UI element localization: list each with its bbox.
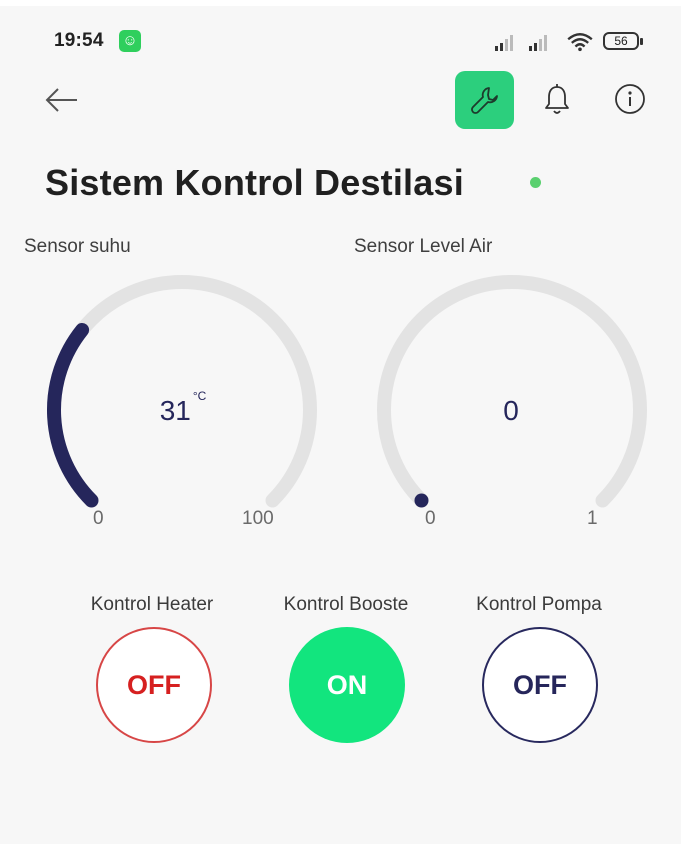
- control-label-pump: Kontrol Pompa: [476, 594, 602, 615]
- gauge-max-temperature: 100: [242, 508, 274, 529]
- gauge-track: [377, 275, 647, 508]
- heater-state: OFF: [127, 669, 181, 700]
- booster-state: ON: [326, 669, 368, 700]
- booster-toggle-button[interactable]: ON: [289, 627, 405, 743]
- gauge-label-water-level: Sensor Level Air: [354, 236, 493, 257]
- gauge-min-temperature: 0: [93, 508, 104, 529]
- settings-button[interactable]: [455, 71, 514, 129]
- status-bar: 19:54 ☺ 56: [0, 6, 681, 58]
- online-status-dot: [530, 177, 541, 188]
- heater-toggle-button[interactable]: OFF: [96, 627, 212, 743]
- signal-icon: [495, 35, 513, 51]
- control-label-heater: Kontrol Heater: [90, 594, 214, 615]
- gauge-value-number: 31: [159, 395, 191, 426]
- bell-icon[interactable]: [542, 83, 572, 117]
- gauge-fill: [47, 322, 99, 508]
- gauge-value-number: 0: [503, 395, 519, 426]
- info-icon[interactable]: [614, 83, 646, 115]
- page-title: Sistem Kontrol Destilasi: [45, 162, 464, 203]
- gauge-max-water-level: 1: [587, 508, 598, 529]
- gauge-track: [47, 275, 317, 508]
- app-screen: 19:54 ☺ 56 Sistem Kontrol Destilasi Sens…: [0, 0, 681, 844]
- gauge-min-water-level: 0: [425, 508, 436, 529]
- pump-state: OFF: [513, 669, 567, 700]
- toolbar: [0, 68, 681, 132]
- gauge-unit: °C: [192, 389, 207, 403]
- back-arrow-icon[interactable]: [44, 86, 80, 114]
- battery-icon: 56: [603, 32, 643, 50]
- gauge-label-temperature: Sensor suhu: [24, 236, 131, 257]
- control-label-booster: Kontrol Booste: [283, 594, 409, 615]
- app-notification-icon: ☺: [119, 30, 141, 52]
- pump-toggle-button[interactable]: OFF: [482, 627, 598, 743]
- wifi-icon: [567, 33, 593, 52]
- signal-icon: [529, 35, 547, 51]
- wrench-icon: [471, 87, 498, 114]
- status-time: 19:54: [54, 30, 104, 51]
- gauge-value-water-level: 0: [452, 395, 572, 427]
- gauge-value-temperature: 31 °C: [123, 389, 243, 427]
- status-icons: 56: [493, 28, 643, 54]
- gauge-fill-dot: [414, 493, 429, 508]
